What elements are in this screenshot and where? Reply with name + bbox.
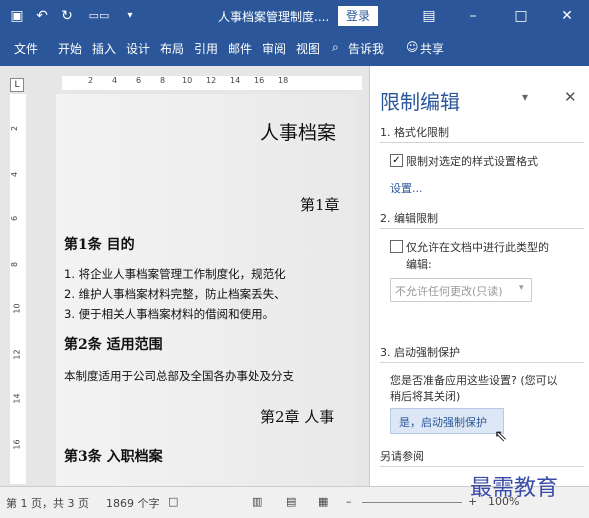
divider — [380, 466, 584, 467]
checkbox-label-continued: 编辑: — [406, 258, 432, 271]
document-page[interactable]: 人事档案 第1章 第1条 目的 1. 将企业人事档案管理工作制度化，规范化 2.… — [56, 94, 356, 486]
tab-mailings[interactable]: 邮件 — [228, 40, 252, 57]
horizontal-ruler[interactable]: 2 4 6 8 10 12 14 16 18 — [62, 76, 362, 90]
tab-references[interactable]: 引用 — [194, 40, 218, 57]
watermark: 最需教育 — [470, 476, 559, 501]
checkbox-label[interactable]: 限制对选定的样式设置格式 — [406, 153, 538, 169]
search-icon[interactable]: ⌕ — [332, 40, 339, 55]
read-mode-icon[interactable]: ▥ — [252, 495, 262, 508]
ruler-tick: 2 — [10, 125, 20, 132]
ruler-tick: 4 — [10, 171, 20, 178]
zoom-out-icon[interactable]: – — [346, 495, 352, 508]
minimize-icon[interactable]: – — [462, 6, 484, 26]
ruler-tick: 10 — [182, 76, 193, 85]
editing-type-select[interactable]: 不允许任何更改(只读) ▾ — [390, 278, 532, 302]
protection-question: 您是否准备应用这些设置? (您可以 — [390, 374, 558, 387]
redo-icon[interactable]: ↻ — [58, 6, 76, 26]
tab-review[interactable]: 审阅 — [262, 40, 286, 57]
save-icon[interactable]: ▣ — [8, 6, 26, 26]
list-item: 1. 将企业人事档案管理工作制度化，规范化 — [64, 267, 286, 281]
format-restriction-checkbox[interactable]: ✓ — [390, 154, 403, 167]
restrict-editing-pane: 限制编辑 ▾ ✕ 1. 格式化限制 ✓ 限制对选定的样式设置格式 设置... 2… — [369, 66, 589, 486]
print-layout-icon[interactable]: ▤ — [286, 495, 296, 508]
tell-me-box[interactable]: 告诉我 — [348, 40, 384, 57]
tab-view[interactable]: 视图 — [296, 40, 320, 57]
ruler-tick: 6 — [10, 215, 20, 222]
article-heading: 第3条 入职档案 — [64, 449, 163, 465]
tab-design[interactable]: 设计 — [126, 40, 150, 57]
ruler-tick: 6 — [136, 76, 142, 85]
select-value: 不允许任何更改(只读) — [395, 285, 503, 298]
chapter-heading: 第2章 人事 — [260, 408, 335, 426]
vertical-ruler[interactable]: 2 4 6 8 10 12 14 16 — [10, 94, 26, 484]
ribbon-tabs: 文件 开始 插入 设计 布局 引用 邮件 审阅 视图 ⌕ 告诉我 ☺ 共享 — [0, 32, 589, 66]
document-title-text: 人事档案 — [260, 122, 337, 144]
button-label: 是，启动强制保护 — [399, 416, 487, 429]
dropdown-icon[interactable]: ▾ — [522, 90, 528, 104]
undo-icon[interactable]: ↶ — [32, 6, 52, 26]
tab-file[interactable]: 文件 — [14, 40, 38, 57]
article-heading: 第2条 适用范围 — [64, 337, 163, 353]
tab-insert[interactable]: 插入 — [92, 40, 116, 57]
paragraph: 本制度适用于公司总部及全国各办事处及分支 — [64, 369, 294, 383]
web-layout-icon[interactable]: ▦ — [318, 495, 328, 508]
login-button[interactable]: 登录 — [338, 6, 378, 26]
list-item: 3. 便于相关人事档案材料的借阅和使用。 — [64, 307, 275, 321]
ruler-tick: 14 — [230, 76, 241, 85]
ruler-tick: 4 — [112, 76, 118, 85]
ruler-tick: 8 — [160, 76, 166, 85]
ruler-tick: 16 — [254, 76, 265, 85]
title-bar: ▣ ↶ ↻ ▭▭ ▾ 人事档案管理制度.... 登录 ▤ – □ ✕ — [0, 0, 589, 32]
checkbox-label[interactable]: 仅允许在文档中进行此类型的 — [406, 239, 549, 255]
ruler-tick: 10 — [12, 303, 22, 314]
close-icon[interactable]: ✕ — [564, 88, 577, 106]
zoom-slider[interactable] — [362, 502, 462, 503]
section-heading: 另请参阅 — [380, 450, 424, 463]
divider — [380, 142, 584, 143]
page-count[interactable]: 第 1 页，共 3 页 — [6, 495, 89, 511]
close-icon[interactable]: ✕ — [556, 6, 578, 26]
maximize-icon[interactable]: □ — [510, 6, 532, 26]
start-enforcement-button[interactable]: 是，启动强制保护 — [390, 408, 504, 434]
edit-restriction-checkbox[interactable] — [390, 240, 403, 253]
document-title: 人事档案管理制度.... — [218, 10, 330, 24]
quick-access-icon[interactable]: ▭▭ — [84, 6, 114, 26]
pane-title: 限制编辑 — [380, 90, 460, 114]
ruler-tick: 8 — [10, 261, 20, 268]
chevron-down-icon: ▾ — [519, 283, 524, 293]
customize-qat-icon[interactable]: ▾ — [122, 6, 138, 26]
protection-question-continued: 稍后将其关闭) — [390, 390, 461, 403]
share-button[interactable]: 共享 — [420, 40, 444, 57]
section-heading: 3. 启动强制保护 — [380, 346, 460, 359]
article-heading: 第1条 目的 — [64, 237, 135, 253]
ruler-tick: 12 — [12, 349, 22, 360]
divider — [380, 228, 584, 229]
mouse-cursor-icon: ⇖ — [494, 426, 508, 445]
section-heading: 1. 格式化限制 — [380, 126, 449, 139]
ruler-tick: 18 — [278, 76, 289, 85]
tab-home[interactable]: 开始 — [58, 40, 82, 57]
settings-link[interactable]: 设置... — [390, 180, 423, 196]
ruler-tick: 12 — [206, 76, 217, 85]
ruler-tick: 16 — [12, 439, 22, 450]
section-heading: 2. 编辑限制 — [380, 212, 438, 225]
word-count[interactable]: 1869 个字 — [106, 495, 160, 511]
share-icon[interactable]: ☺ — [406, 40, 419, 54]
chapter-heading: 第1章 — [300, 196, 340, 214]
list-item: 2. 维护人事档案材料完整，防止档案丢失、 — [64, 287, 286, 301]
ruler-tick: 2 — [88, 76, 94, 85]
tab-selector[interactable]: L — [10, 78, 24, 92]
ribbon-display-icon[interactable]: ▤ — [418, 6, 440, 26]
ruler-tick: 14 — [12, 393, 22, 404]
divider — [380, 362, 584, 363]
tab-layout[interactable]: 布局 — [160, 40, 184, 57]
proofing-icon[interactable]: □ — [168, 495, 178, 508]
